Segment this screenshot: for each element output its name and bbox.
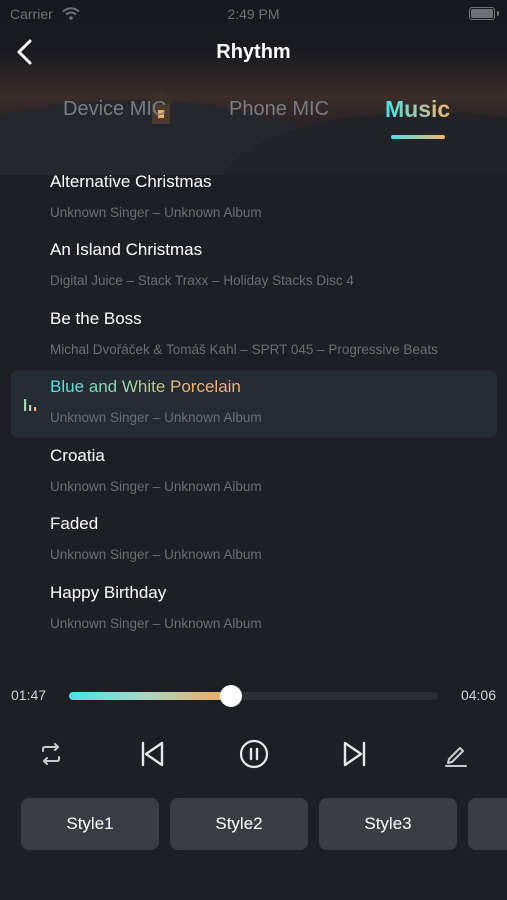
song-item[interactable]: An Island Christmas Digital Juice – Stac… bbox=[0, 230, 507, 298]
tab-music[interactable]: Music bbox=[385, 96, 450, 123]
battery-cap bbox=[497, 11, 499, 16]
edit-icon[interactable] bbox=[438, 736, 474, 772]
song-meta: Michal Dvořáček & Tomáš Kahl – SPRT 045 … bbox=[50, 342, 438, 357]
song-title: Happy Birthday bbox=[50, 583, 167, 602]
pause-icon[interactable] bbox=[236, 736, 272, 772]
style1-button[interactable]: Style1 bbox=[21, 798, 159, 850]
tab-device-mic[interactable]: Device MIC bbox=[63, 98, 166, 121]
style3-button[interactable]: Style3 bbox=[319, 798, 457, 850]
tab-phone-mic[interactable]: Phone MIC bbox=[229, 98, 329, 121]
song-item[interactable]: Be the Boss Michal Dvořáček & Tomáš Kahl… bbox=[0, 299, 507, 367]
equalizer-icon bbox=[24, 399, 37, 411]
progress-slider[interactable] bbox=[69, 685, 438, 707]
progress-fill bbox=[69, 692, 232, 700]
previous-track-icon[interactable] bbox=[134, 736, 170, 772]
playback-progress: 01:47 04:06 bbox=[0, 680, 507, 712]
source-tabs: Device MIC Phone MIC Music bbox=[0, 94, 507, 144]
repeat-icon[interactable] bbox=[33, 736, 69, 772]
song-title: Be the Boss bbox=[50, 309, 142, 328]
next-track-icon[interactable] bbox=[337, 736, 373, 772]
navigation-bar: Rhythm bbox=[0, 30, 507, 74]
song-title: Faded bbox=[50, 514, 99, 533]
page-title: Rhythm bbox=[216, 41, 291, 63]
clock: 2:49 PM bbox=[227, 6, 280, 22]
song-meta: Unknown Singer – Unknown Album bbox=[50, 479, 262, 494]
style2-button[interactable]: Style2 bbox=[170, 798, 308, 850]
song-meta: Unknown Singer – Unknown Album bbox=[50, 410, 262, 425]
song-meta: Unknown Singer – Unknown Album bbox=[50, 205, 262, 220]
song-title: An Island Christmas bbox=[50, 240, 203, 259]
song-item[interactable]: Happy Birthday Unknown Singer – Unknown … bbox=[0, 573, 507, 641]
song-title: Alternative Christmas bbox=[50, 172, 212, 191]
song-item[interactable]: Croatia Unknown Singer – Unknown Album bbox=[0, 436, 507, 504]
status-bar: Carrier 2:49 PM bbox=[0, 0, 507, 28]
song-title: Blue and White Porcelain bbox=[50, 377, 241, 396]
song-meta: Unknown Singer – Unknown Album bbox=[50, 547, 262, 562]
active-tab-indicator bbox=[391, 135, 445, 139]
song-title: Croatia bbox=[50, 446, 105, 465]
total-duration: 04:06 bbox=[460, 687, 496, 703]
style-buttons: Style1 Style2 Style3 bbox=[0, 798, 507, 852]
battery-icon bbox=[469, 7, 495, 20]
song-meta: Unknown Singer – Unknown Album bbox=[50, 616, 262, 631]
song-item[interactable]: Faded Unknown Singer – Unknown Album bbox=[0, 504, 507, 572]
playback-controls bbox=[0, 732, 507, 776]
progress-knob[interactable] bbox=[220, 685, 243, 707]
current-time: 01:47 bbox=[11, 687, 47, 703]
song-meta: Digital Juice – Stack Traxx – Holiday St… bbox=[50, 273, 354, 288]
style4-button-partial[interactable] bbox=[468, 798, 507, 850]
song-item-playing[interactable]: Blue and White Porcelain Unknown Singer … bbox=[0, 367, 507, 438]
song-item[interactable]: Alternative Christmas Unknown Singer – U… bbox=[0, 162, 507, 230]
